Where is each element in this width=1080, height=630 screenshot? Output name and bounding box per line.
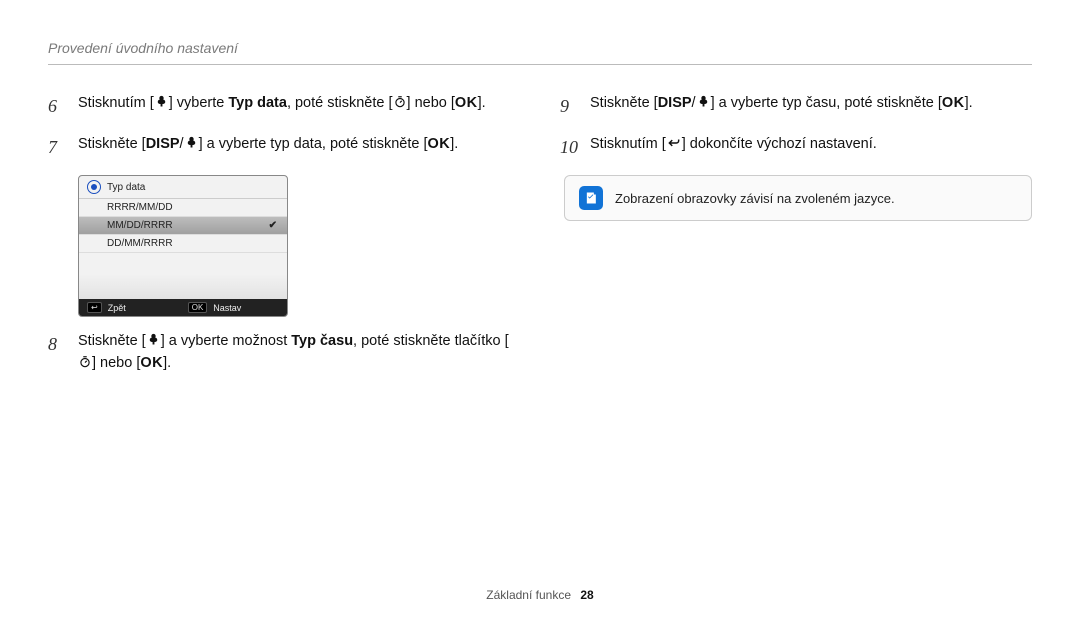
lcd-blank (79, 253, 287, 299)
step-text: Stiskněte [DISP/] a vyberte typ času, po… (590, 93, 973, 115)
step-number: 7 (48, 134, 68, 161)
left-column: 6 Stisknutím [] vyberte Typ data, poté s… (48, 93, 520, 389)
t: ] dokončíte výchozí nastavení. (682, 136, 877, 152)
t: ] a vyberte typ času, poté stiskněte [ (711, 95, 942, 111)
t: ]. (965, 95, 973, 111)
lcd-foot-back: Zpět (108, 303, 126, 313)
macro-icon (696, 94, 711, 109)
macro-icon (184, 135, 199, 150)
t: ]. (478, 95, 486, 111)
t: ] a vyberte možnost (161, 333, 292, 349)
t: , poté stiskněte tlačítko [ (353, 333, 509, 349)
bold: Typ data (228, 95, 287, 111)
gear-icon (87, 180, 101, 194)
lcd-option: RRRR/MM/DD (79, 199, 287, 217)
step-number: 8 (48, 331, 68, 358)
t: Stisknutím [ (78, 95, 154, 111)
t: Stiskněte [ (78, 136, 146, 152)
back-icon (666, 136, 682, 150)
step-text: Stisknutím [ ] dokončíte výchozí nastaven… (590, 134, 877, 156)
step-7: 7 Stiskněte [DISP/] a vyberte typ data, … (48, 134, 520, 161)
lcd-option: DD/MM/RRRR (79, 235, 287, 253)
lcd-foot-set: Nastav (213, 303, 241, 313)
t: ] nebo [ (407, 95, 455, 111)
macro-icon (146, 332, 161, 347)
page-footer: Základní funkce 28 (0, 588, 1080, 602)
lcd-option-label: RRRR/MM/DD (107, 202, 173, 213)
right-column: 9 Stiskněte [DISP/] a vyberte typ času, … (560, 93, 1032, 389)
step-9: 9 Stiskněte [DISP/] a vyberte typ času, … (560, 93, 1032, 120)
check-icon: ✔ (269, 220, 277, 231)
step-number: 9 (560, 93, 580, 120)
step-number: 10 (560, 134, 580, 161)
t: ] a vyberte typ data, poté stiskněte [ (199, 136, 428, 152)
disp-label: DISP (658, 95, 692, 111)
page-section-title: Provedení úvodního nastavení (48, 40, 1032, 56)
ok-label: OK (427, 136, 450, 152)
t: , poté stiskněte [ (287, 95, 393, 111)
lcd-footer: ↩ Zpět OK Nastav (79, 299, 287, 316)
back-arrow-icon: ↩ (87, 302, 102, 313)
step-8: 8 Stiskněte [ ] a vyberte možnost Typ čas… (48, 331, 520, 375)
ok-label: OK (140, 355, 163, 371)
note-icon (579, 186, 603, 210)
ok-box-icon: OK (188, 302, 208, 313)
footer-section: Základní funkce (486, 588, 571, 602)
step-text: Stiskněte [DISP/] a vyberte typ data, po… (78, 134, 458, 156)
step-number: 6 (48, 93, 68, 120)
lcd-option-selected: MM/DD/RRRR ✔ (79, 217, 287, 235)
t: ]. (450, 136, 458, 152)
lcd-option-label: DD/MM/RRRR (107, 238, 173, 249)
t: Stisknutím [ (590, 136, 666, 152)
note-text: Zobrazení obrazovky závisí na zvoleném j… (615, 191, 895, 206)
step-10: 10 Stisknutím [ ] dokončíte výchozí nasta… (560, 134, 1032, 161)
t: Stiskněte [ (590, 95, 658, 111)
lcd-title: Typ data (107, 182, 145, 193)
lcd-option-label: MM/DD/RRRR (107, 220, 173, 231)
divider (48, 64, 1032, 65)
timer-icon (78, 355, 92, 369)
ok-label: OK (942, 95, 965, 111)
t: ] nebo [ (92, 355, 140, 371)
info-note: Zobrazení obrazovky závisí na zvoleném j… (564, 175, 1032, 221)
t: ] vyberte (169, 95, 229, 111)
lcd-title-row: Typ data (79, 176, 287, 199)
macro-icon (154, 94, 169, 109)
t: ]. (163, 355, 171, 371)
timer-icon (393, 95, 407, 109)
t: Stiskněte [ (78, 333, 146, 349)
camera-lcd-preview: Typ data RRRR/MM/DD MM/DD/RRRR ✔ DD/MM/RR… (78, 175, 288, 317)
bold: Typ času (291, 333, 353, 349)
disp-label: DISP (146, 136, 180, 152)
step-text: Stiskněte [ ] a vyberte možnost Typ času,… (78, 331, 520, 375)
step-6: 6 Stisknutím [ ] vyberte Typ data, poté s… (48, 93, 520, 120)
step-text: Stisknutím [ ] vyberte Typ data, poté sti… (78, 93, 486, 115)
ok-label: OK (455, 95, 478, 111)
footer-page-number: 28 (580, 588, 593, 602)
